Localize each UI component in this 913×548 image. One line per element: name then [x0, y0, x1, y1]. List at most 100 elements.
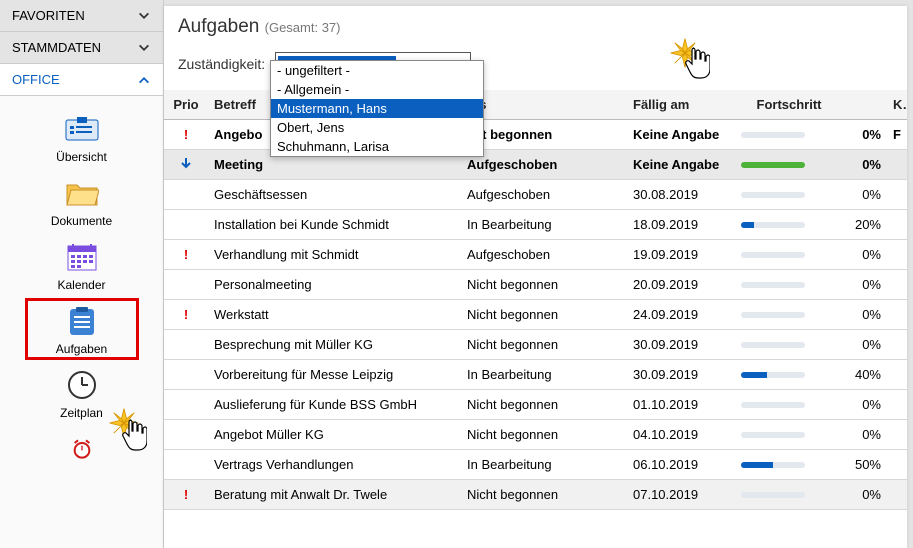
sidebar-item-dokumente[interactable]: Dokumente: [27, 170, 137, 232]
col-ext[interactable]: K: [887, 91, 907, 118]
table-row[interactable]: Besprechung mit Müller KGNicht begonnen3…: [164, 330, 907, 360]
overview-icon: [63, 114, 101, 144]
cell-progress: [735, 396, 843, 414]
cell-percent: 0%: [843, 481, 887, 508]
cell-subject: Besprechung mit Müller KG: [208, 331, 461, 358]
col-status[interactable]: tus: [461, 91, 627, 118]
sidebar-item-label: Kalender: [57, 278, 105, 292]
dropdown-option[interactable]: Obert, Jens: [271, 118, 483, 137]
table-row[interactable]: Installation bei Kunde SchmidtIn Bearbei…: [164, 210, 907, 240]
calendar-icon: [63, 242, 101, 272]
cell-percent: 0%: [843, 151, 887, 178]
cell-ext: [887, 459, 907, 471]
table-row[interactable]: PersonalmeetingNicht begonnen20.09.20190…: [164, 270, 907, 300]
nav-stammdaten[interactable]: STAMMDATEN: [0, 32, 163, 64]
sidebar-item-zeitplan[interactable]: Zeitplan: [27, 362, 137, 424]
dropdown-option[interactable]: - ungefiltert -: [271, 61, 483, 80]
priority-high-icon: !: [184, 247, 188, 262]
cell-percent: 0%: [843, 271, 887, 298]
cell-progress: [735, 336, 843, 354]
cell-prio: [164, 369, 208, 381]
table-row[interactable]: Angebot Müller KGNicht begonnen04.10.201…: [164, 420, 907, 450]
priority-high-icon: !: [184, 127, 188, 142]
sidebar-item-label: Dokumente: [51, 214, 112, 228]
cell-due: 30.09.2019: [627, 331, 735, 358]
cell-progress: [735, 456, 843, 474]
cell-prio: [164, 429, 208, 441]
responsibility-dropdown[interactable]: - ungefiltert - - Allgemein - Mustermann…: [270, 60, 484, 157]
cell-ext: [887, 219, 907, 231]
table-row[interactable]: Vorbereitung für Messe LeipzigIn Bearbei…: [164, 360, 907, 390]
cell-prio: [164, 459, 208, 471]
sidebar-item-label: Zeitplan: [60, 406, 103, 420]
alarm-icon: [63, 434, 101, 464]
nav-favoriten[interactable]: FAVORITEN: [0, 0, 163, 32]
cell-status: cht begonnen: [461, 121, 627, 148]
dropdown-option[interactable]: Schuhmann, Larisa: [271, 137, 483, 156]
cell-status: Aufgeschoben: [461, 181, 627, 208]
cell-ext: [887, 159, 907, 171]
table-row[interactable]: Vertrags VerhandlungenIn Bearbeitung06.1…: [164, 450, 907, 480]
cell-prio: [164, 150, 208, 179]
cell-due: Keine Angabe: [627, 151, 735, 178]
cell-ext: [887, 249, 907, 261]
cell-status: Nicht begonnen: [461, 301, 627, 328]
cell-percent: 0%: [843, 421, 887, 448]
chevron-down-icon: [137, 41, 151, 55]
cell-due: 20.09.2019: [627, 271, 735, 298]
cell-subject: Vorbereitung für Messe Leipzig: [208, 361, 461, 388]
nav-office[interactable]: OFFICE: [0, 64, 163, 96]
filter-label: Zuständigkeit:: [178, 56, 265, 72]
cell-subject: Personalmeeting: [208, 271, 461, 298]
cell-ext: [887, 339, 907, 351]
page-title: Aufgaben (Gesamt: 37): [164, 6, 907, 44]
col-progress[interactable]: Fortschritt: [735, 91, 843, 118]
cell-ext: [887, 489, 907, 501]
sidebar-item-uebersicht[interactable]: Übersicht: [27, 106, 137, 168]
table-row[interactable]: GeschäftsessenAufgeschoben30.08.20190%: [164, 180, 907, 210]
table-row[interactable]: !Verhandlung mit SchmidtAufgeschoben19.0…: [164, 240, 907, 270]
title-text: Aufgaben: [178, 16, 259, 37]
cell-status: Aufgeschoben: [461, 151, 627, 178]
cell-prio: [164, 339, 208, 351]
cell-status: Aufgeschoben: [461, 241, 627, 268]
dropdown-option-selected[interactable]: Mustermann, Hans: [271, 99, 483, 118]
cell-percent: 0%: [843, 121, 887, 148]
dropdown-option[interactable]: - Allgemein -: [271, 80, 483, 99]
cell-status: In Bearbeitung: [461, 451, 627, 478]
cell-ext: [887, 399, 907, 411]
nav-stammdaten-label: STAMMDATEN: [12, 40, 101, 55]
priority-high-icon: !: [184, 487, 188, 502]
cell-due: 30.09.2019: [627, 361, 735, 388]
col-prio[interactable]: Prio: [164, 91, 208, 118]
cell-percent: 0%: [843, 241, 887, 268]
table-row[interactable]: !Beratung mit Anwalt Dr. TweleNicht bego…: [164, 480, 907, 510]
sidebar-item-alarm[interactable]: [27, 426, 137, 464]
priority-low-icon: [179, 158, 193, 173]
cell-subject: Vertrags Verhandlungen: [208, 451, 461, 478]
cell-due: 07.10.2019: [627, 481, 735, 508]
col-due[interactable]: Fällig am: [627, 91, 735, 118]
table-row[interactable]: Auslieferung für Kunde BSS GmbHNicht beg…: [164, 390, 907, 420]
cell-progress: [735, 186, 843, 204]
cell-due: 30.08.2019: [627, 181, 735, 208]
cell-ext: [887, 309, 907, 321]
cell-ext: [887, 429, 907, 441]
cell-progress: [735, 306, 843, 324]
cell-prio: !: [164, 121, 208, 148]
table-row[interactable]: !WerkstattNicht begonnen24.09.20190%: [164, 300, 907, 330]
cell-prio: !: [164, 301, 208, 328]
cell-prio: [164, 219, 208, 231]
chevron-up-icon: [137, 73, 151, 87]
cell-progress: [735, 366, 843, 384]
priority-high-icon: !: [184, 307, 188, 322]
sidebar-item-kalender[interactable]: Kalender: [27, 234, 137, 296]
cell-prio: [164, 189, 208, 201]
cell-ext: [887, 279, 907, 291]
cell-ext: F: [887, 121, 907, 148]
cell-percent: 0%: [843, 301, 887, 328]
sidebar-item-aufgaben[interactable]: Aufgaben: [25, 298, 139, 360]
cell-due: Keine Angabe: [627, 121, 735, 148]
nav-favoriten-label: FAVORITEN: [12, 8, 85, 23]
title-count: (Gesamt: 37): [265, 20, 341, 35]
